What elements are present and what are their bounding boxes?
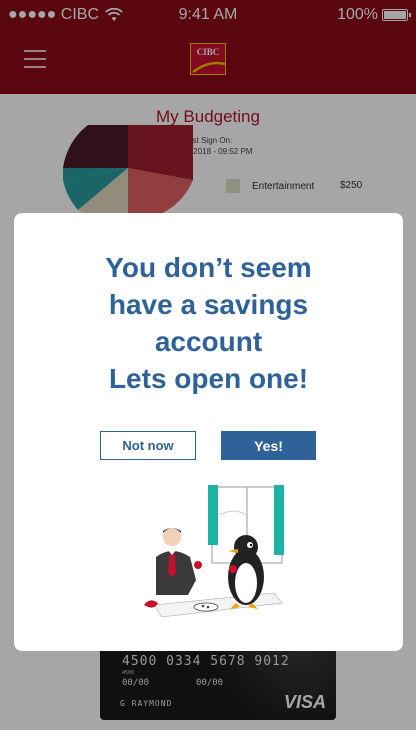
- savings-account-modal: You don’t seem have a savings account Le…: [14, 213, 403, 651]
- heading-line: have a savings: [108, 289, 309, 320]
- heading-line: account: [154, 326, 263, 357]
- penguin-banker-illustration: [144, 485, 284, 618]
- yes-button[interactable]: Yes!: [221, 431, 316, 460]
- heading-line: You don’t seem: [105, 252, 312, 283]
- not-now-button[interactable]: Not now: [100, 431, 196, 460]
- modal-heading: You don’t seem have a savings account Le…: [14, 249, 403, 397]
- heading-line: Lets open one!: [108, 363, 309, 394]
